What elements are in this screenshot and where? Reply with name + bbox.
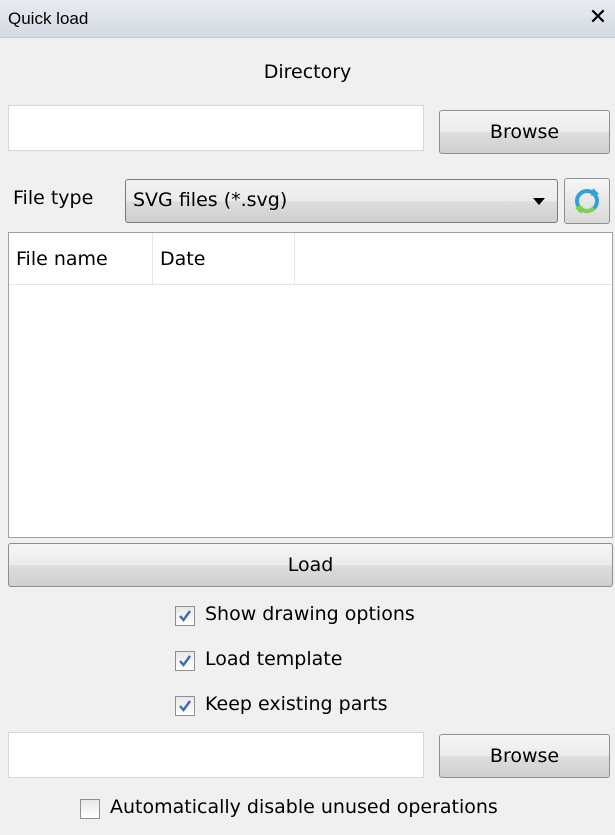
template-browse-button[interactable]: Browse	[439, 734, 610, 778]
refresh-button[interactable]	[564, 178, 610, 224]
file-type-select[interactable]: SVG files (*.svg)	[125, 179, 558, 223]
directory-input[interactable]	[8, 105, 424, 151]
checkmark-icon	[179, 610, 191, 622]
template-path-input[interactable]	[8, 732, 424, 778]
checkbox-box	[175, 606, 195, 626]
file-type-label: File type	[13, 187, 94, 209]
checkbox-box	[80, 799, 100, 819]
file-list[interactable]: File name Date	[8, 232, 613, 538]
load-button[interactable]: Load	[8, 543, 613, 587]
file-type-selected: SVG files (*.svg)	[133, 189, 288, 211]
column-header-file-name[interactable]: File name	[9, 233, 153, 284]
checkmark-icon	[179, 655, 191, 667]
chevron-down-icon	[533, 198, 545, 205]
refresh-icon	[575, 188, 599, 214]
checkbox-label: Load template	[205, 648, 343, 670]
file-list-body[interactable]	[9, 285, 612, 537]
directory-browse-button[interactable]: Browse	[439, 110, 610, 154]
window-title: Quick load	[8, 9, 89, 28]
checkbox-label: Show drawing options	[205, 603, 415, 625]
close-icon[interactable]: ✕	[585, 5, 611, 31]
column-header-date[interactable]: Date	[153, 233, 295, 284]
directory-label: Directory	[263, 61, 352, 83]
title-bar: Quick load ✕	[0, 0, 615, 38]
file-list-header: File name Date	[9, 233, 612, 285]
checkbox-box	[175, 651, 195, 671]
checkbox-box	[175, 696, 195, 716]
checkmark-icon	[179, 700, 191, 712]
checkbox-label: Automatically disable unused operations	[110, 796, 498, 818]
checkbox-label: Keep existing parts	[205, 693, 388, 715]
